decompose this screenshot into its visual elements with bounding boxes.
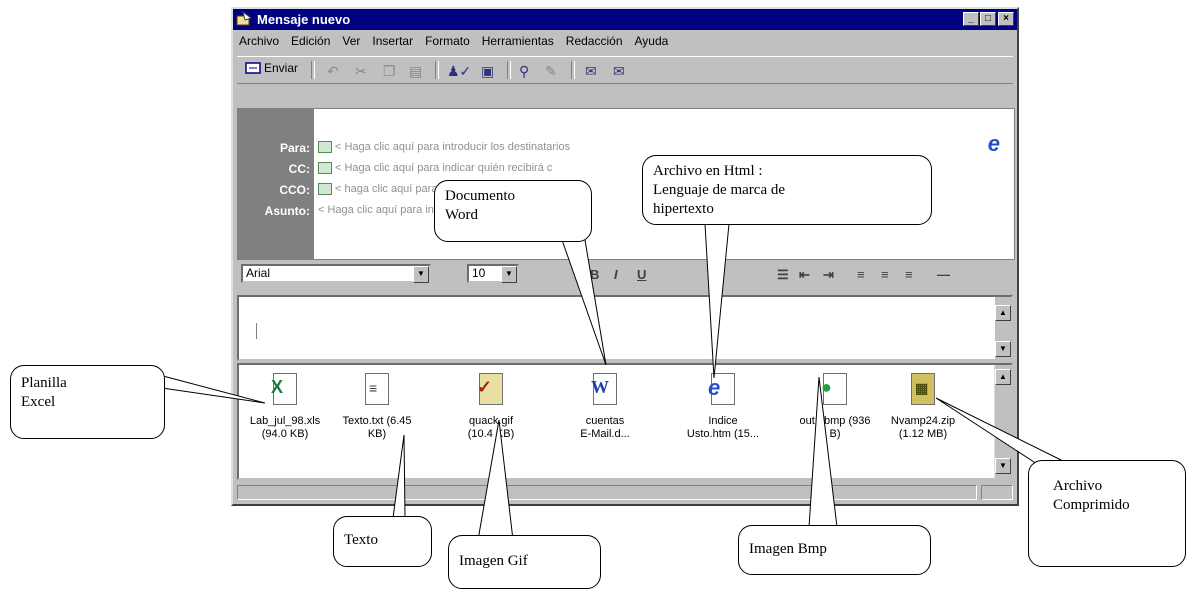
- callout-text: Comprimido: [1053, 497, 1130, 513]
- callout-text: Archivo: [1053, 478, 1103, 494]
- callout-text: hipertexto: [653, 201, 714, 217]
- callout-bmp: Imagen Bmp: [738, 525, 931, 575]
- callout-text: Lenguaje de marca de: [653, 182, 786, 198]
- callout-text: Documento: [445, 188, 515, 204]
- callout-text: Imagen Gif: [459, 553, 528, 569]
- callout-text: Planilla: [21, 375, 67, 391]
- callout-text: Excel: [21, 394, 56, 410]
- callout-text: Word: [445, 207, 478, 223]
- callout-gif: Imagen Gif: [448, 535, 601, 589]
- callout-html: Archivo en Html : Lenguaje de marca de h…: [642, 155, 932, 225]
- callout-zip: Archivo Comprimido: [1028, 460, 1186, 567]
- callout-word: Documento Word: [434, 180, 592, 242]
- callout-text: Archivo en Html :: [653, 163, 763, 179]
- callout-pointers: [161, 223, 1064, 541]
- callout-excel: Planilla Excel: [10, 365, 165, 439]
- callout-texto: Texto: [333, 516, 432, 567]
- callout-text: Texto: [344, 532, 378, 548]
- callout-text: Imagen Bmp: [749, 541, 827, 557]
